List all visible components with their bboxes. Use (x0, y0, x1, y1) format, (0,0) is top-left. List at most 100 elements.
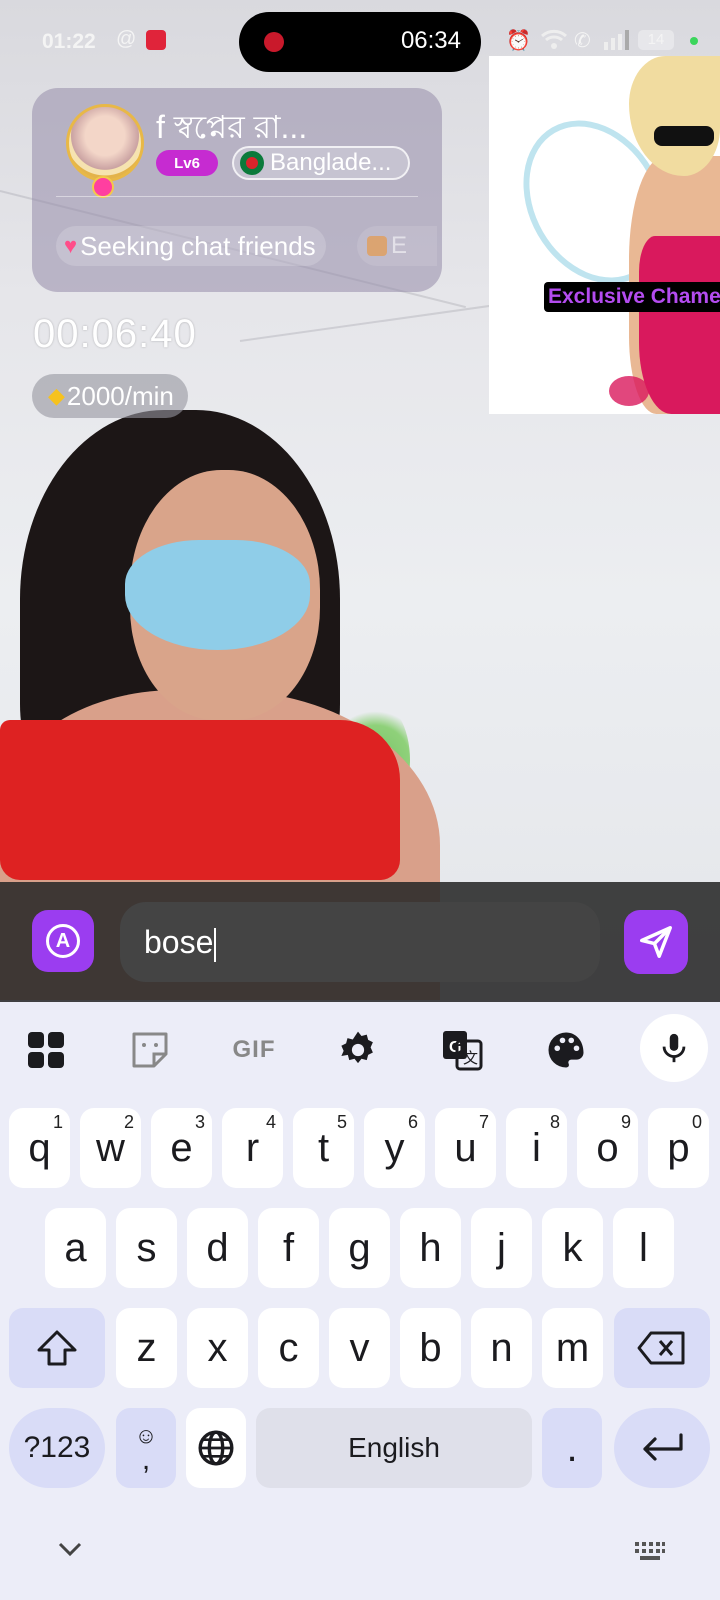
tag-seeking-chat: ♥ Seeking chat friends (56, 226, 326, 266)
key-b[interactable]: b (400, 1308, 461, 1388)
person-clothing (0, 720, 400, 880)
send-button[interactable] (624, 910, 688, 974)
heart-icon: ♥ (64, 233, 78, 258)
key-p[interactable]: p0 (648, 1108, 709, 1188)
period-key[interactable]: . (542, 1408, 602, 1488)
alarm-icon: ⏰ (506, 30, 531, 52)
key-hint: 2 (123, 1112, 134, 1132)
key-hint: 3 (194, 1112, 205, 1132)
key-hint: 5 (336, 1112, 347, 1132)
enter-icon (643, 1433, 683, 1461)
key-hint: 7 (478, 1112, 489, 1132)
sticker-icon[interactable] (120, 1020, 180, 1080)
backspace-key[interactable] (614, 1308, 710, 1388)
key-q[interactable]: q1 (9, 1108, 70, 1188)
key-s[interactable]: s (116, 1208, 177, 1288)
threads-icon: @ (116, 28, 137, 50)
gif-icon[interactable]: GIF (224, 1020, 284, 1080)
key-hint: 1 (52, 1112, 63, 1132)
key-label: c (278, 1325, 299, 1370)
key-label: i (532, 1125, 541, 1170)
keyboard-icon (635, 1542, 665, 1560)
period-label: . (566, 1425, 578, 1470)
tag-icon (367, 236, 387, 256)
palette-icon[interactable] (536, 1020, 596, 1080)
key-n[interactable]: n (471, 1308, 532, 1388)
recording-time: 06:34 (400, 27, 461, 54)
status-clock: 01:22 (42, 30, 96, 53)
comma-label: , (141, 1443, 151, 1476)
space-key[interactable]: English (256, 1408, 532, 1488)
key-hint: 4 (265, 1112, 276, 1132)
key-label: r (245, 1125, 260, 1170)
shift-icon (37, 1330, 77, 1366)
privacy-dot (690, 37, 698, 45)
key-m[interactable]: m (542, 1308, 603, 1388)
key-l[interactable]: l (613, 1208, 674, 1288)
key-label: s (136, 1225, 157, 1270)
key-label: j (497, 1225, 506, 1270)
translate-icon[interactable]: G文 (432, 1020, 492, 1080)
tag-secondary: E (357, 226, 437, 266)
diamond-icon: ◆ (48, 383, 65, 408)
chat-message-input[interactable]: bose (120, 902, 600, 982)
emoji-comma-key[interactable]: ☺ , (116, 1408, 176, 1488)
key-label: o (596, 1125, 619, 1170)
key-i[interactable]: i8 (506, 1108, 567, 1188)
promo-label: Exclusive Chameleon (544, 282, 720, 312)
battery-icon: 14 (638, 30, 674, 50)
key-label: t (317, 1125, 330, 1170)
key-hint: 9 (620, 1112, 631, 1132)
call-timer: 00:06:40 (33, 312, 197, 356)
country-label: Banglade... (270, 149, 392, 176)
key-r[interactable]: r4 (222, 1108, 283, 1188)
key-u[interactable]: u7 (435, 1108, 496, 1188)
space-label: English (348, 1432, 440, 1463)
symbols-key[interactable]: ?123 (9, 1408, 105, 1488)
shift-key[interactable] (9, 1308, 105, 1388)
key-t[interactable]: t5 (293, 1108, 354, 1188)
avatar[interactable] (66, 104, 144, 182)
key-label: n (490, 1325, 513, 1370)
screen-recording-pill[interactable]: 06:34 (239, 12, 481, 72)
key-label: z (136, 1325, 157, 1370)
key-g[interactable]: g (329, 1208, 390, 1288)
text-cursor (214, 927, 217, 962)
keyboard-switch-button[interactable] (634, 1540, 666, 1567)
key-y[interactable]: y6 (364, 1108, 425, 1188)
chat-input-text: bose (144, 924, 214, 960)
key-x[interactable]: x (187, 1308, 248, 1388)
promo-overlay[interactable] (489, 56, 720, 414)
key-a[interactable]: a (45, 1208, 106, 1288)
apps-icon[interactable] (16, 1020, 76, 1080)
key-d[interactable]: d (187, 1208, 248, 1288)
key-e[interactable]: e3 (151, 1108, 212, 1188)
key-hint: 6 (407, 1112, 418, 1132)
enter-key[interactable] (614, 1408, 710, 1488)
key-f[interactable]: f (258, 1208, 319, 1288)
key-v[interactable]: v (329, 1308, 390, 1388)
auto-translate-button[interactable]: A (32, 910, 94, 972)
key-o[interactable]: o9 (577, 1108, 638, 1188)
key-label: x (207, 1325, 228, 1370)
key-label: h (419, 1225, 442, 1270)
key-label: b (419, 1325, 442, 1370)
key-c[interactable]: c (258, 1308, 319, 1388)
key-h[interactable]: h (400, 1208, 461, 1288)
key-label: m (555, 1325, 590, 1370)
chevron-down-icon (58, 1542, 82, 1557)
language-key[interactable] (186, 1408, 246, 1488)
avatar-frame-gem-icon (92, 176, 114, 198)
recorder-icon (146, 30, 166, 50)
settings-icon[interactable] (328, 1020, 388, 1080)
key-k[interactable]: k (542, 1208, 603, 1288)
key-z[interactable]: z (116, 1308, 177, 1388)
hide-keyboard-button[interactable] (56, 1540, 84, 1563)
key-j[interactable]: j (471, 1208, 532, 1288)
bangladesh-flag-icon (240, 151, 264, 175)
key-w[interactable]: w2 (80, 1108, 141, 1188)
call-rate: 2000/min (66, 380, 174, 411)
gif-label: GIF (232, 1036, 276, 1063)
host-profile-card[interactable]: f স্বপ্নের রা... Lv6 Banglade... ♥ Seeki… (32, 88, 442, 292)
mic-icon[interactable] (640, 1014, 708, 1082)
